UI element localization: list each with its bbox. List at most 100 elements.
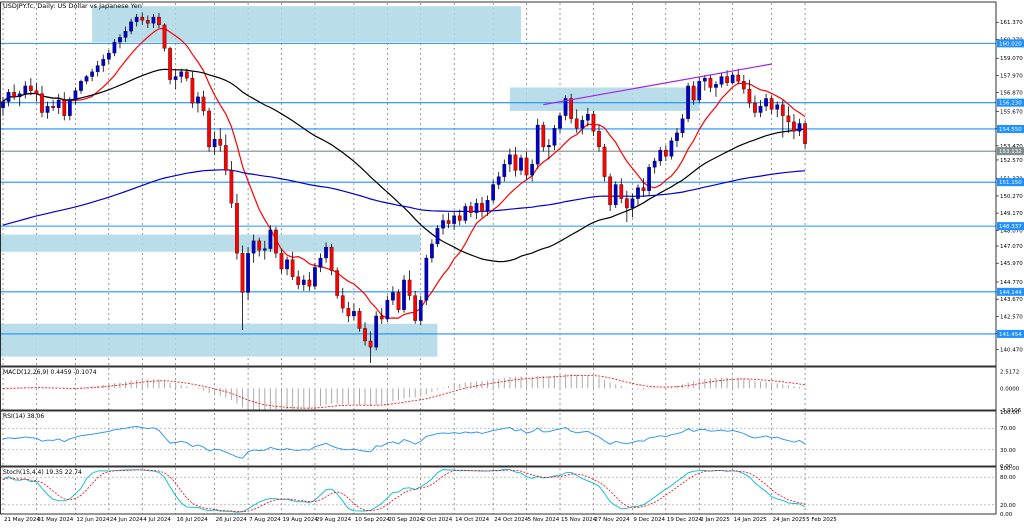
indicator-tick-label: 20.00 (1000, 503, 1016, 509)
date-tick-label: 24 Oct 2024 (494, 517, 529, 523)
candle-bull (402, 279, 406, 310)
candle-bear (329, 246, 334, 271)
candle-bear (162, 24, 167, 49)
candle-bull (56, 99, 61, 108)
candle-bear (663, 149, 668, 157)
level-tag-label: 153.132 (999, 149, 1022, 155)
candle-bull (702, 77, 707, 82)
candle-bear (307, 279, 312, 287)
candle-bull (652, 160, 657, 168)
candle-bull (196, 96, 200, 104)
zone (0, 234, 421, 252)
date-tick-label: 15 Nov 2024 (561, 517, 597, 523)
candle-bear (223, 145, 228, 171)
date-tick-label: 19 Aug 2024 (283, 517, 319, 523)
candle-bull (491, 184, 496, 201)
price-tick-label: 156.870 (1000, 91, 1023, 97)
candle-bull (730, 74, 735, 83)
candle-bear (469, 206, 473, 213)
candle-bull (697, 81, 702, 101)
candle-bull (658, 149, 663, 162)
candle-bear (457, 215, 462, 221)
candle-bear (157, 16, 161, 26)
candle-bull (530, 164, 535, 176)
indicator-tick-label: 100.00 (1000, 410, 1020, 416)
price-tick-label: 157.970 (1000, 73, 1023, 79)
candle-bear (741, 81, 746, 90)
candle-bear (624, 198, 629, 209)
level-tag-label: 156.230 (999, 101, 1022, 107)
indicator-tick-label: 80.00 (1000, 475, 1016, 481)
candle-bull (613, 184, 618, 205)
candle-bull (496, 176, 501, 185)
date-tick-label: 26 Jul 2024 (216, 517, 248, 523)
candle-bull (430, 243, 434, 259)
candle-bull (580, 120, 585, 129)
price-tick-label: 143.670 (1000, 297, 1023, 303)
candle-bull (435, 228, 440, 245)
level-tag-label: 148.337 (999, 224, 1022, 230)
candle-bear (379, 315, 384, 320)
candle-bear (296, 276, 301, 285)
candle-bull (669, 140, 674, 157)
level-tag-label: 160.020 (999, 41, 1022, 47)
candle-bear (34, 90, 39, 94)
candle-bear (591, 113, 596, 132)
candle-bull (129, 21, 133, 32)
candle-bear (235, 203, 239, 254)
level-tag-label: 141.454 (999, 332, 1022, 338)
candle-bull (84, 76, 89, 82)
candle-bull (268, 229, 273, 249)
date-tick-label: 29 Aug 2024 (316, 517, 352, 523)
candle-bear (736, 74, 741, 82)
date-tick-label: 27 Nov 2024 (594, 517, 630, 523)
candle-bear (396, 292, 401, 310)
candle-bull (262, 248, 267, 251)
rsi-label: RSI(14) 38.06 (3, 413, 44, 420)
candle-bear (747, 88, 752, 104)
price-tick-label: 159.070 (1000, 56, 1023, 62)
candle-bear (725, 76, 729, 83)
candle-bull (452, 215, 457, 224)
candle-bear (708, 77, 713, 88)
price-tick-label: 144.770 (1000, 280, 1023, 286)
date-tick-label: 16 Jul 2024 (177, 517, 209, 523)
candle-bull (106, 52, 111, 60)
candle-bear (357, 311, 362, 329)
candle-bull (45, 106, 50, 113)
date-tick-label: 12 Jun 2024 (76, 517, 110, 523)
candle-bull (23, 85, 28, 94)
candle-bull (385, 300, 390, 320)
candle-bull (212, 138, 217, 148)
candle-bear (274, 229, 278, 254)
candle-bull (775, 104, 780, 110)
candle-bull (636, 187, 640, 199)
candle-bull (485, 199, 490, 212)
date-tick-label: 7 Aug 2024 (249, 517, 281, 523)
candle-bull (134, 16, 139, 22)
candle-bull (151, 16, 156, 24)
candle-bull (764, 98, 768, 107)
candle-bear (51, 106, 55, 108)
stoch-label: Stoch(15,4,4) 19.35 22.74 (3, 469, 82, 476)
candle-bull (418, 300, 423, 321)
candle-bear (190, 77, 195, 104)
candle-bear (619, 184, 624, 199)
indicator-tick-label: 0.00 (1000, 512, 1013, 518)
candle-bull (586, 113, 590, 121)
candle-bear (346, 307, 351, 317)
candle-bear (240, 253, 245, 293)
date-tick-label: 14 Jan 2025 (734, 517, 767, 523)
candle-bear (218, 138, 223, 146)
candle-bear (780, 104, 785, 116)
candle-bear (602, 146, 607, 177)
candle-bull (374, 315, 379, 348)
candle-bear (12, 92, 16, 98)
candle-bear (207, 110, 211, 148)
candle-bull (123, 31, 128, 38)
date-tick-label: 21 May 2024 (4, 517, 40, 523)
candle-bear (229, 170, 234, 204)
price-tick-label: 147.070 (1000, 244, 1023, 250)
candle-bear (140, 16, 145, 21)
usdjpy-chart[interactable]: 161.370160.270159.070157.970156.870155.6… (0, 0, 1024, 526)
